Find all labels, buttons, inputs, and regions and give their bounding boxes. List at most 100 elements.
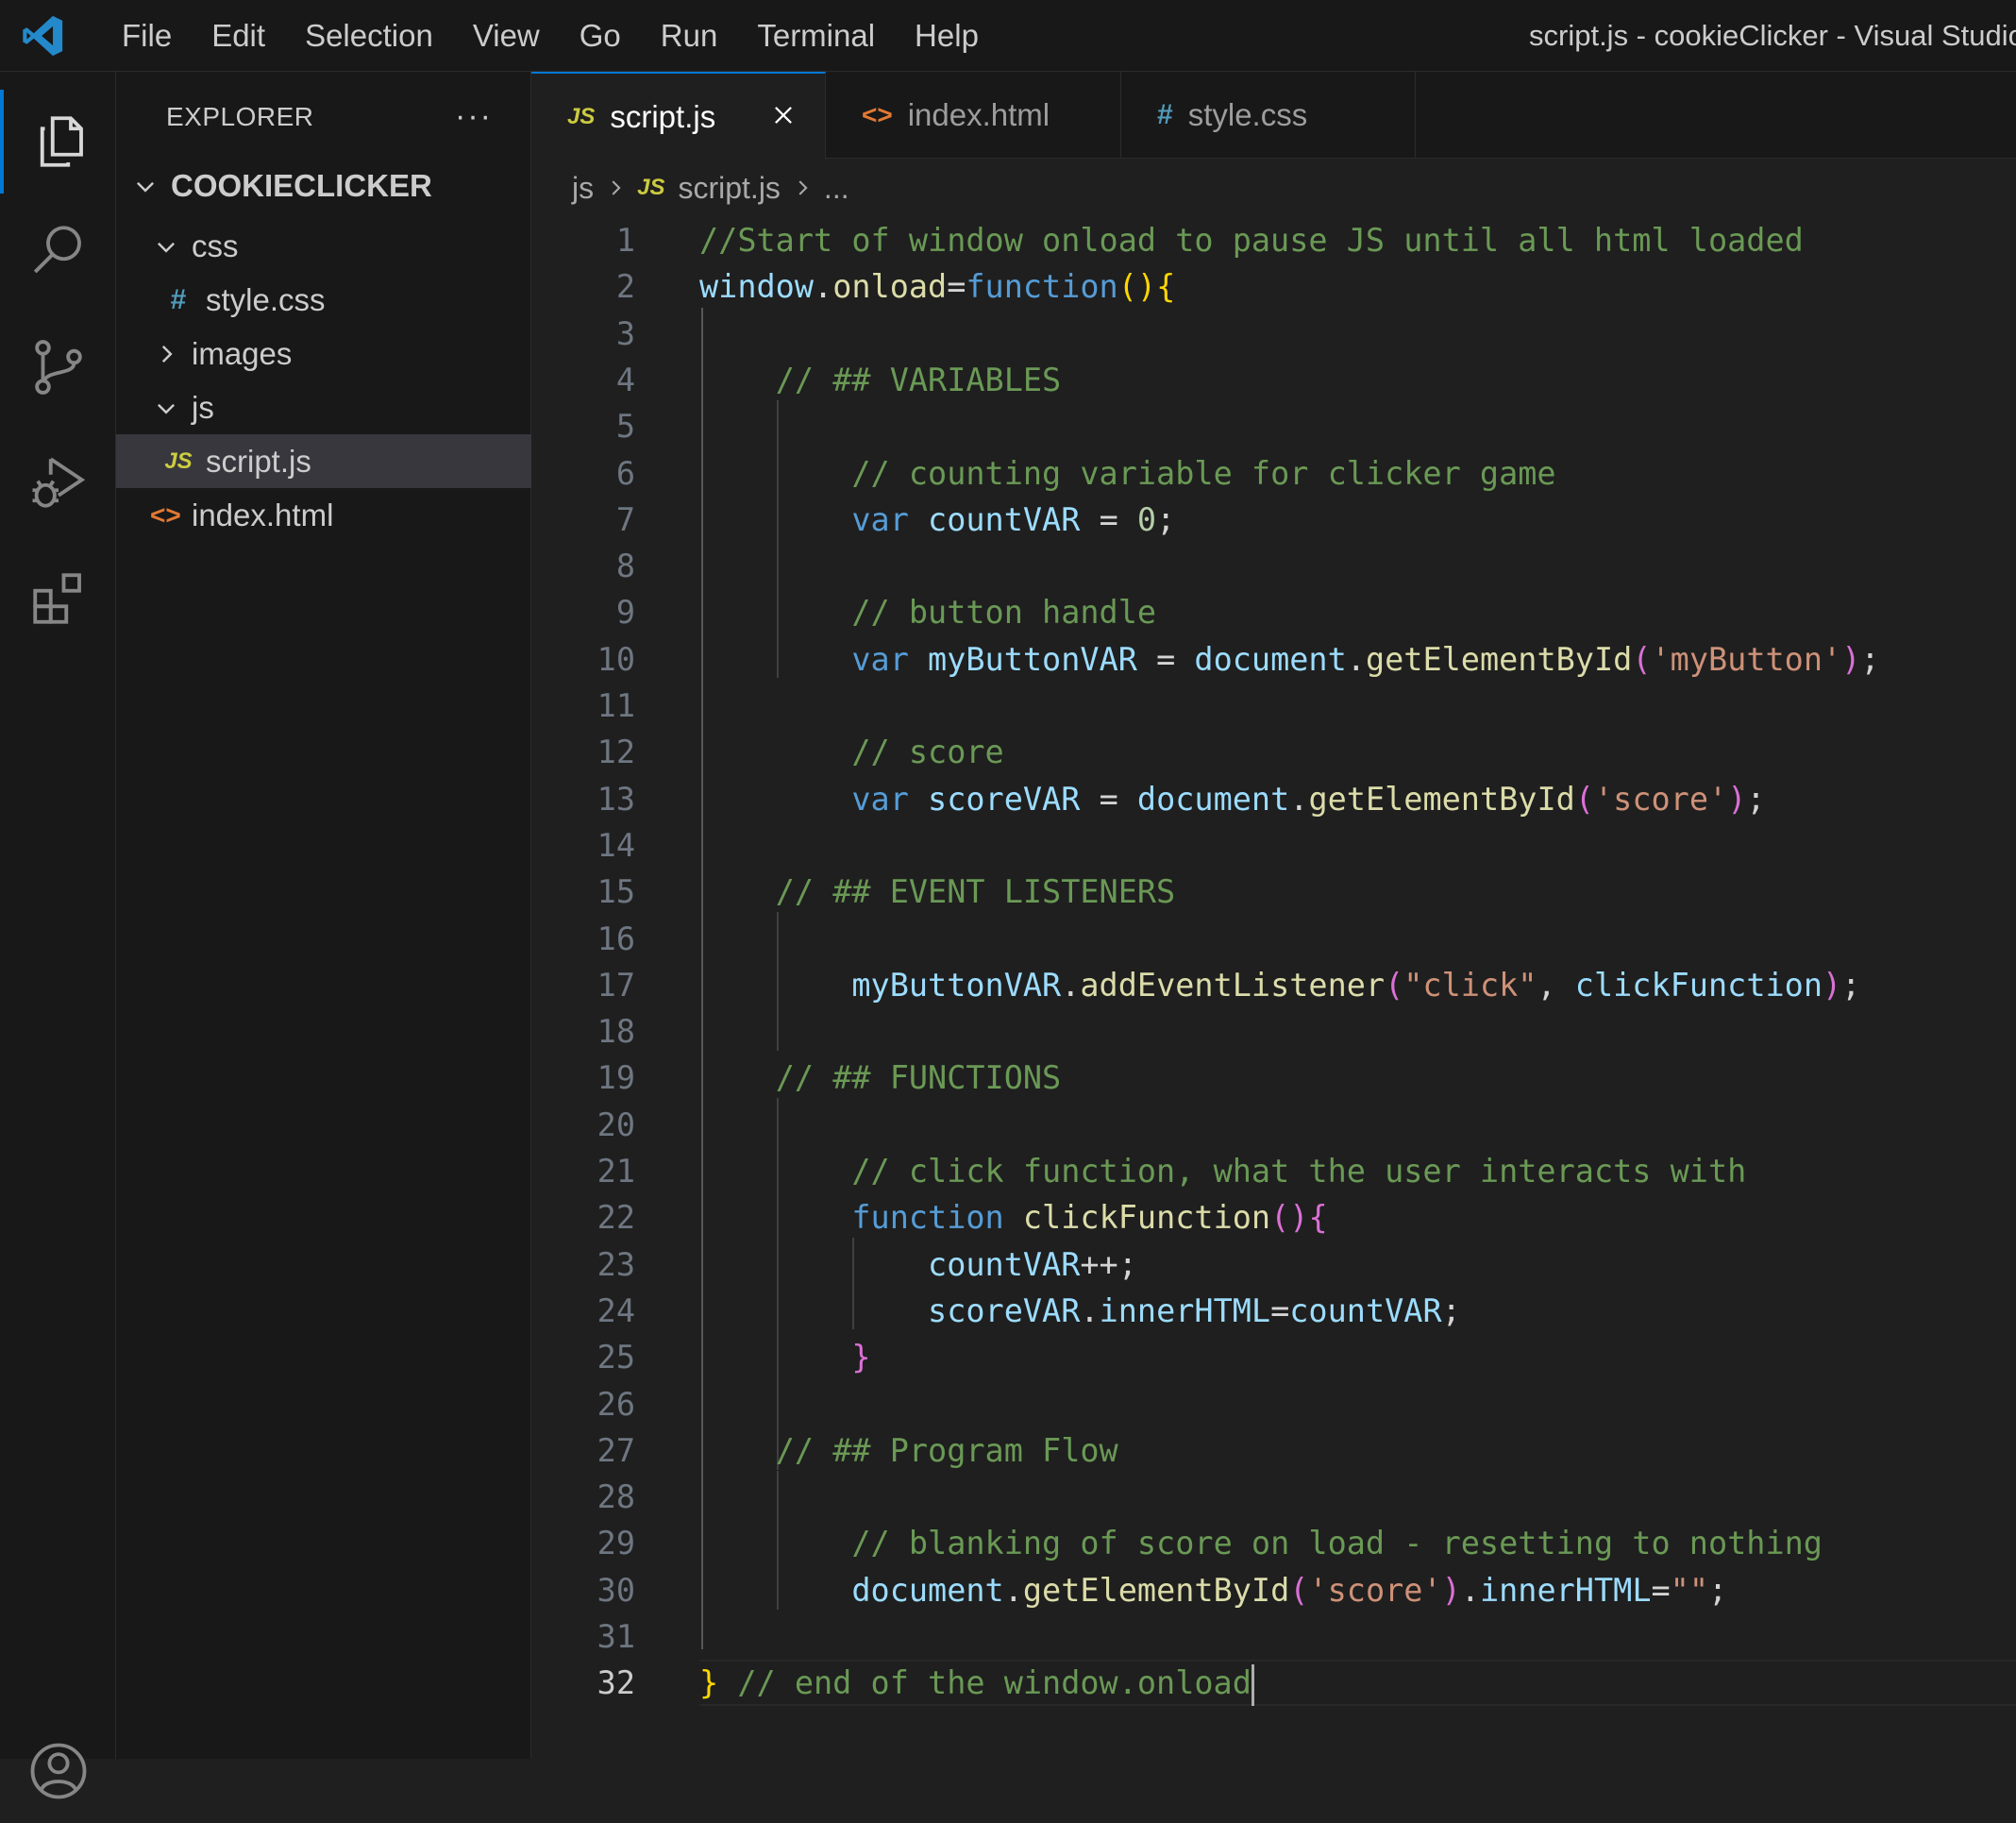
search-icon[interactable]: [0, 199, 116, 303]
tab-script-js[interactable]: JS script.js: [531, 72, 826, 160]
code-line[interactable]: 10 var myButtonVAR = document.getElement…: [531, 636, 2016, 683]
code-line[interactable]: 12 // score: [531, 729, 2016, 775]
code-line[interactable]: 32} // end of the window.onload: [531, 1660, 2016, 1706]
code-text: myButtonVAR.addEventListener("click", cl…: [851, 966, 1861, 1004]
breadcrumb-more[interactable]: ...: [824, 171, 849, 206]
explorer-title: EXPLORER: [166, 101, 314, 131]
chevron-down-icon: [150, 234, 182, 259]
tree-item-label: css: [192, 228, 239, 263]
menu-view[interactable]: View: [453, 0, 560, 72]
code-line[interactable]: 23 countVAR++;: [531, 1241, 2016, 1288]
tree-item-index-html[interactable]: <> index.html: [116, 488, 531, 542]
code-text: window.onload=function(){: [699, 268, 1176, 306]
code-text: var myButtonVAR = document.getElementByI…: [851, 640, 1880, 678]
line-number: 10: [596, 640, 635, 678]
line-number: 2: [615, 268, 635, 306]
code-editor[interactable]: 1 //Start of window onload to pause JS un…: [531, 215, 2016, 1759]
code-line[interactable]: 25 }: [531, 1334, 2016, 1380]
breadcrumb: js JS script.js ...: [572, 165, 849, 211]
code-line[interactable]: 16: [531, 916, 2016, 962]
code-line[interactable]: 15 // ## EVENT LISTENERS: [531, 869, 2016, 915]
close-icon[interactable]: [763, 94, 804, 136]
line-number: 4: [615, 361, 635, 398]
tab-style-css[interactable]: # style.css: [1121, 72, 1416, 159]
line-number: 32: [596, 1664, 635, 1702]
code-text: var countVAR = 0;: [851, 500, 1176, 538]
code-line[interactable]: 31: [531, 1613, 2016, 1660]
line-number: 6: [615, 454, 635, 492]
code-text: // click function, what the user interac…: [851, 1153, 1747, 1190]
more-actions-button[interactable]: ···: [455, 98, 493, 135]
code-line[interactable]: 18: [531, 1008, 2016, 1055]
css-file-icon: #: [1157, 99, 1173, 130]
code-line[interactable]: 26: [531, 1381, 2016, 1427]
line-number: 18: [596, 1013, 635, 1051]
code-line[interactable]: 29 // blanking of score on load - resett…: [531, 1520, 2016, 1566]
code-line[interactable]: 2 window.onload=function(){: [531, 263, 2016, 310]
editor-tabs: JS script.js <> index.html # style.css: [531, 72, 2016, 160]
code-line[interactable]: 28: [531, 1474, 2016, 1520]
code-line[interactable]: 19 // ## FUNCTIONS: [531, 1055, 2016, 1101]
line-number: 3: [615, 314, 635, 352]
line-number: 9: [615, 594, 635, 632]
code-line[interactable]: 27 // ## Program Flow: [531, 1427, 2016, 1474]
code-line[interactable]: 24 scoreVAR.innerHTML=countVAR;: [531, 1288, 2016, 1334]
run-debug-icon[interactable]: [0, 430, 116, 534]
code-line[interactable]: 1 //Start of window onload to pause JS un…: [531, 217, 2016, 263]
breadcrumb-folder[interactable]: js: [572, 171, 594, 206]
tree-item-label: index.html: [192, 497, 334, 532]
text-cursor: [1251, 1663, 1254, 1706]
explorer-icon[interactable]: [0, 90, 116, 194]
line-number: 21: [596, 1153, 635, 1190]
tree-item-css[interactable]: css: [116, 219, 531, 273]
menu-selection[interactable]: Selection: [285, 0, 453, 72]
tree-item-style-css[interactable]: # style.css: [116, 273, 531, 327]
code-line[interactable]: 13 var scoreVAR = document.getElementByI…: [531, 776, 2016, 822]
menu-help[interactable]: Help: [895, 0, 999, 72]
code-line[interactable]: 4 // ## VARIABLES: [531, 357, 2016, 403]
code-line[interactable]: 11: [531, 683, 2016, 729]
code-line[interactable]: 6 // counting variable for clicker game: [531, 450, 2016, 497]
menu-file[interactable]: File: [102, 0, 192, 72]
code-line[interactable]: 14: [531, 822, 2016, 869]
code-line[interactable]: 7 var countVAR = 0;: [531, 497, 2016, 543]
line-number: 17: [596, 966, 635, 1004]
js-file-icon: JS: [637, 175, 665, 200]
line-number: 1: [615, 222, 635, 259]
extensions-icon[interactable]: [0, 547, 116, 650]
tree-item-script-js[interactable]: JS script.js: [116, 434, 531, 488]
code-line[interactable]: 3: [531, 311, 2016, 357]
code-text: //Start of window onload to pause JS unt…: [699, 222, 1804, 259]
vscode-logo-icon[interactable]: [21, 14, 64, 58]
code-line[interactable]: 17 myButtonVAR.addEventListener("click",…: [531, 962, 2016, 1008]
tree-item-js[interactable]: js: [116, 380, 531, 434]
line-number: 7: [615, 500, 635, 538]
code-line[interactable]: 22 function clickFunction(){: [531, 1194, 2016, 1241]
chevron-down-icon: [150, 396, 182, 420]
title-bar: File Edit Selection View Go Run Terminal Help s…: [0, 0, 2016, 72]
project-folder[interactable]: COOKIECLICKER: [116, 159, 531, 212]
activity-bar: [0, 72, 116, 1799]
code-line[interactable]: 9 // button handle: [531, 589, 2016, 635]
js-file-icon: JS: [164, 447, 193, 474]
source-control-icon[interactable]: [0, 315, 116, 419]
menu-terminal[interactable]: Terminal: [737, 0, 895, 72]
tree-item-images[interactable]: images: [116, 327, 531, 380]
code-line[interactable]: 21 // click function, what the user inte…: [531, 1148, 2016, 1194]
breadcrumb-file[interactable]: script.js: [678, 171, 780, 206]
code-text: var scoreVAR = document.getElementById('…: [851, 780, 1766, 818]
code-line[interactable]: 30 document.getElementById('score').inne…: [531, 1567, 2016, 1613]
menu-run[interactable]: Run: [641, 0, 738, 72]
tab-label: index.html: [907, 97, 1050, 132]
code-line[interactable]: 8: [531, 543, 2016, 589]
line-number: 29: [596, 1525, 635, 1562]
line-number: 30: [596, 1571, 635, 1609]
code-line[interactable]: 5: [531, 403, 2016, 449]
chevron-right-icon: [150, 342, 182, 366]
tree-item-label: style.css: [206, 281, 326, 317]
tab-index-html[interactable]: <> index.html: [826, 72, 1121, 159]
menu-edit[interactable]: Edit: [192, 0, 285, 72]
accounts-icon[interactable]: [0, 1719, 116, 1823]
code-line[interactable]: 20: [531, 1102, 2016, 1148]
menu-go[interactable]: Go: [560, 0, 641, 72]
